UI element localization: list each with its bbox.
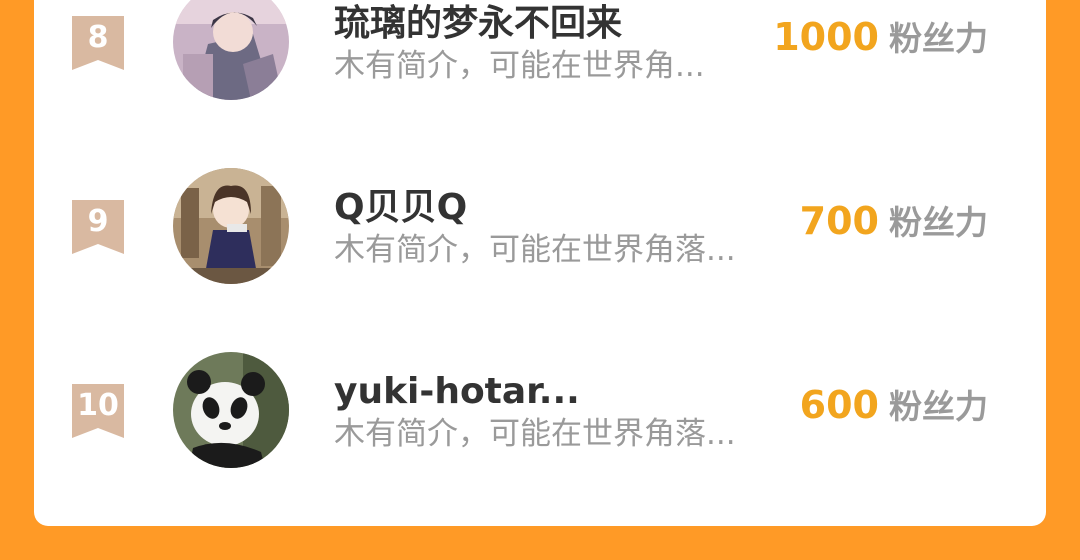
user-intro: 木有简介，可能在世界角... xyxy=(334,48,705,84)
user-intro: 木有简介，可能在世界角落... xyxy=(334,232,736,268)
rank-number: 10 xyxy=(77,388,119,423)
fans-power: 700 粉丝力 xyxy=(800,196,988,254)
anime-boy-avatar-icon xyxy=(173,0,289,100)
ranking-row[interactable]: 9 Q贝贝Q 木有简介，可能在世界角落... 700 粉丝力 xyxy=(34,160,1046,290)
rank-number: 9 xyxy=(87,204,109,239)
user-name: 琉璃的梦永不回来 xyxy=(334,3,623,44)
user-name: Q贝贝Q xyxy=(334,187,468,228)
user-avatar[interactable] xyxy=(173,352,289,468)
fans-power: 600 粉丝力 xyxy=(800,380,988,438)
fans-power: 1000 粉丝力 xyxy=(773,12,988,70)
user-name: yuki-hotar... xyxy=(334,371,580,412)
fans-power-value: 700 xyxy=(799,199,879,243)
rank-number: 8 xyxy=(87,20,109,55)
fans-power-value: 600 xyxy=(799,383,879,427)
ranking-row[interactable]: 10 yuki-hotar... 木有简介，可能在世界角落... 600 粉丝力 xyxy=(34,344,1046,474)
ranking-card: 8 琉璃的梦永不回来 木有简介，可能在世界角... 1000 粉丝力 9 Q贝贝… xyxy=(34,0,1046,526)
user-avatar[interactable] xyxy=(173,0,289,100)
ranking-row[interactable]: 8 琉璃的梦永不回来 木有简介，可能在世界角... 1000 粉丝力 xyxy=(34,0,1046,106)
user-intro: 木有简介，可能在世界角落... xyxy=(334,416,736,452)
fans-power-label: 粉丝力 xyxy=(889,203,988,242)
fans-power-label: 粉丝力 xyxy=(889,19,988,58)
fans-power-label: 粉丝力 xyxy=(889,387,988,426)
rank-badge: 9 xyxy=(72,200,124,254)
rank-badge: 8 xyxy=(72,16,124,70)
rank-badge: 10 xyxy=(72,384,124,438)
anime-girl-avatar-icon xyxy=(173,168,289,284)
user-avatar[interactable] xyxy=(173,168,289,284)
fans-power-value: 1000 xyxy=(773,15,879,59)
panda-avatar-icon xyxy=(173,352,289,468)
